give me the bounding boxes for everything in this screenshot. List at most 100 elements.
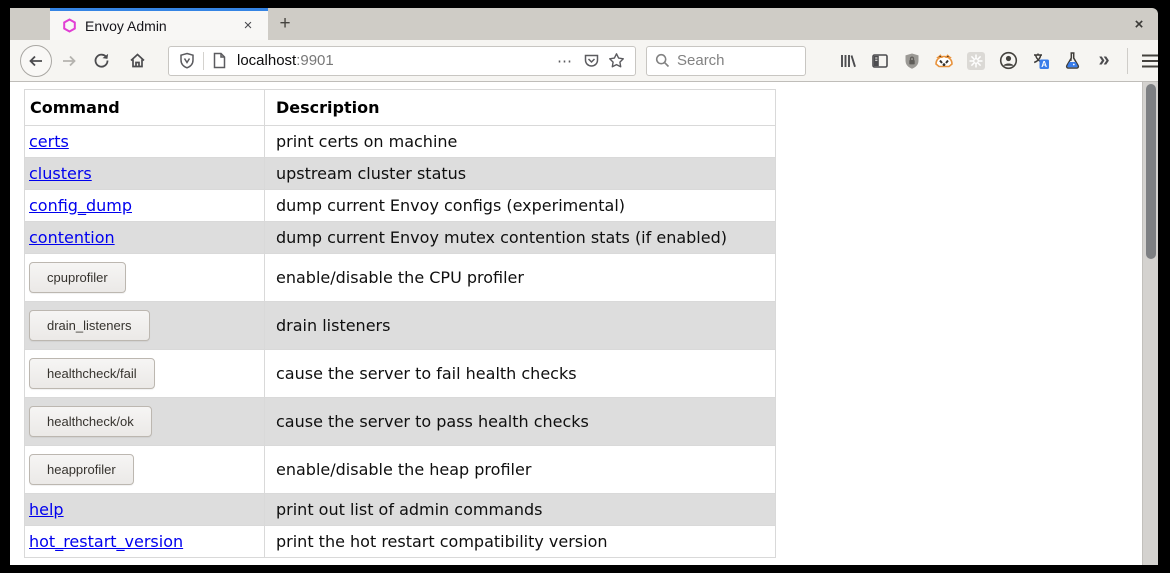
new-tab-button[interactable]: + — [268, 8, 302, 40]
overflow-chevron-button[interactable]: » — [1090, 47, 1118, 75]
url-bar[interactable]: localhost:9901 ⋯ — [168, 46, 636, 76]
search-bar[interactable] — [646, 46, 806, 76]
pocket-button[interactable] — [579, 52, 604, 69]
tab-close-icon[interactable]: × — [238, 16, 258, 36]
description-cell: print the hot restart compatibility vers… — [265, 526, 776, 558]
command-cell: config_dump — [25, 190, 265, 222]
url-host: localhost — [237, 52, 296, 69]
hamburger-menu-button[interactable] — [1135, 46, 1158, 76]
page-actions-dots-icon[interactable]: ⋯ — [551, 52, 579, 70]
command-link[interactable]: certs — [29, 132, 69, 151]
command-cell: healthcheck/fail — [25, 350, 265, 398]
browser-window: Envoy Admin × + × — [10, 8, 1158, 565]
command-column-header: Command — [25, 90, 265, 126]
back-icon — [28, 53, 44, 69]
table-header-row: Command Description — [25, 90, 776, 126]
table-row: healthcheck/fail cause the server to fail… — [25, 350, 776, 398]
privacy-badger-icon — [934, 52, 954, 70]
back-button[interactable] — [20, 45, 52, 77]
privacy-badger-button[interactable] — [930, 47, 958, 75]
description-cell: cause the server to fail health checks — [265, 350, 776, 398]
window-close-button[interactable]: × — [1124, 8, 1154, 40]
description-cell: dump current Envoy mutex contention stat… — [265, 222, 776, 254]
envoy-admin-page: Command Description certs print certs on … — [10, 82, 1142, 565]
command-button[interactable]: healthcheck/ok — [29, 406, 152, 437]
page-scrollbar[interactable] — [1142, 82, 1158, 565]
command-cell: help — [25, 494, 265, 526]
flask-button[interactable] — [1058, 47, 1086, 75]
urlbar-separator — [203, 52, 204, 70]
command-cell: contention — [25, 222, 265, 254]
page-info-icon — [212, 52, 227, 69]
admin-table-body: certs print certs on machine clusters upstr… — [25, 126, 776, 558]
bookmark-star-icon — [608, 52, 625, 69]
library-icon — [839, 52, 857, 70]
table-row: clusters upstream cluster status — [25, 158, 776, 190]
command-button[interactable]: cpuprofiler — [29, 262, 126, 293]
command-button[interactable]: drain_listeners — [29, 310, 150, 341]
screenshot-frame: Envoy Admin × + × — [0, 0, 1170, 573]
command-button[interactable]: heapprofiler — [29, 454, 134, 485]
shield-lock-button[interactable] — [898, 47, 926, 75]
command-link[interactable]: help — [29, 500, 64, 519]
command-cell: heapprofiler — [25, 446, 265, 494]
search-input[interactable] — [677, 52, 797, 69]
account-person-icon — [999, 51, 1018, 70]
tab-title: Envoy Admin — [85, 18, 238, 34]
table-row: drain_listenersdrain listeners — [25, 302, 776, 350]
tracking-protection-button[interactable] — [175, 52, 199, 69]
search-icon — [655, 53, 670, 68]
tabbar-spacer — [10, 8, 50, 40]
description-cell: upstream cluster status — [265, 158, 776, 190]
navigation-toolbar: localhost:9901 ⋯ — [10, 40, 1158, 82]
command-button[interactable]: healthcheck/fail — [29, 358, 155, 389]
snowflake-addon-icon — [966, 51, 986, 71]
description-cell: print certs on machine — [265, 126, 776, 158]
library-button[interactable] — [834, 47, 862, 75]
table-row: contention dump current Envoy mutex conte… — [25, 222, 776, 254]
home-button[interactable] — [122, 46, 152, 76]
tabbar-empty-space — [302, 8, 1124, 40]
translate-button[interactable]: A — [1026, 47, 1054, 75]
envoy-favicon-icon — [62, 18, 77, 33]
command-cell: healthcheck/ok — [25, 398, 265, 446]
pocket-icon — [583, 52, 600, 69]
flask-icon — [1063, 51, 1082, 70]
bookmark-star-button[interactable] — [604, 52, 629, 69]
description-cell: enable/disable the heap profiler — [265, 446, 776, 494]
reload-button[interactable] — [86, 46, 116, 76]
command-link[interactable]: contention — [29, 228, 115, 247]
command-cell: hot_restart_version — [25, 526, 265, 558]
table-row: healthcheck/ok cause the server to pass h… — [25, 398, 776, 446]
forward-button[interactable] — [54, 46, 84, 76]
tab-bar: Envoy Admin × + × — [10, 8, 1158, 40]
description-cell: dump current Envoy configs (experimental… — [265, 190, 776, 222]
svg-text:A: A — [1041, 60, 1047, 69]
url-port: :9901 — [296, 52, 334, 69]
translate-icon: A — [1031, 51, 1050, 70]
command-cell: certs — [25, 126, 265, 158]
command-link[interactable]: clusters — [29, 164, 92, 183]
page-info-button[interactable] — [208, 52, 231, 69]
table-row: helpprint out list of admin commands — [25, 494, 776, 526]
snowflake-addon-button[interactable] — [962, 47, 990, 75]
description-cell: cause the server to pass health checks — [265, 398, 776, 446]
scrollbar-thumb[interactable] — [1146, 84, 1156, 259]
tracking-shield-icon — [179, 52, 195, 69]
description-cell: enable/disable the CPU profiler — [265, 254, 776, 302]
table-row: config_dump dump current Envoy configs (e… — [25, 190, 776, 222]
sidebar-button[interactable] — [866, 47, 894, 75]
command-link[interactable]: hot_restart_version — [29, 532, 183, 551]
hamburger-menu-icon — [1141, 54, 1158, 68]
tab-envoy-admin[interactable]: Envoy Admin × — [50, 8, 268, 40]
account-person-button[interactable] — [994, 47, 1022, 75]
table-row: hot_restart_version print the hot restart… — [25, 526, 776, 558]
command-link[interactable]: config_dump — [29, 196, 132, 215]
reload-icon — [93, 52, 110, 69]
command-cell: cpuprofiler — [25, 254, 265, 302]
extension-icon-group: A » — [832, 47, 1120, 75]
home-icon — [129, 52, 146, 69]
shield-lock-icon — [903, 52, 921, 70]
url-text[interactable]: localhost:9901 — [237, 52, 551, 69]
table-row: heapprofiler enable/disable the heap prof… — [25, 446, 776, 494]
